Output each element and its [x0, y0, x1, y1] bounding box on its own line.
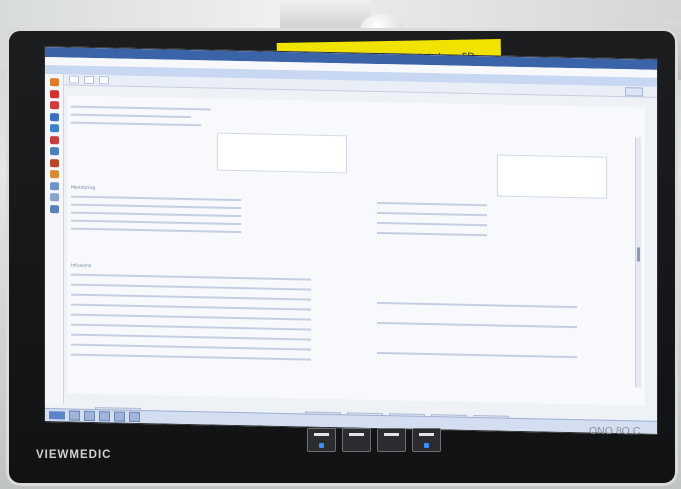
taskbar-icon[interactable]	[114, 411, 125, 422]
hardware-buttons	[307, 428, 441, 452]
section-infusions: Infusions	[71, 263, 92, 269]
row-line	[71, 353, 311, 361]
row-line	[71, 323, 311, 331]
taskbar-icon[interactable]	[99, 411, 110, 422]
toolbar-field[interactable]	[69, 75, 79, 84]
row-line	[71, 219, 241, 226]
monitor-icon[interactable]	[49, 112, 59, 121]
row-line	[377, 231, 487, 237]
tools-icon[interactable]	[49, 135, 59, 144]
row-line	[71, 105, 211, 111]
vertical-scrollbar[interactable]	[635, 137, 641, 388]
start-button[interactable]	[49, 411, 65, 420]
warning-icon[interactable]	[49, 89, 59, 98]
row-line	[71, 343, 311, 351]
row-line	[377, 201, 487, 207]
content-area: Monitoring Infusions	[67, 95, 645, 406]
person-icon[interactable]	[49, 78, 59, 87]
monitor-screen: Monitoring Infusions	[44, 46, 658, 435]
section-monitoring: Monitoring	[71, 185, 96, 192]
row-line	[71, 113, 191, 119]
row-line	[71, 227, 241, 234]
row-line	[377, 301, 577, 309]
toolbar-field[interactable]	[84, 75, 94, 85]
row-line	[71, 121, 201, 127]
model-label: ONO 8O C	[589, 425, 641, 437]
row-line	[377, 221, 487, 227]
row-line	[71, 303, 311, 311]
sidebar	[45, 74, 64, 404]
list-icon[interactable]	[49, 181, 59, 190]
alert-icon[interactable]	[49, 101, 59, 110]
taskbar-icon[interactable]	[69, 410, 80, 421]
row-line	[71, 211, 241, 218]
row-line	[71, 273, 311, 281]
brand-logo: VIEWMEDIC	[36, 449, 112, 461]
row-line	[71, 293, 311, 301]
row-line	[71, 333, 311, 341]
list-icon[interactable]	[49, 204, 59, 213]
row-line	[71, 195, 241, 202]
pill-icon[interactable]	[49, 170, 59, 179]
row-line	[377, 211, 487, 217]
notes-box[interactable]	[217, 132, 347, 174]
save-button[interactable]	[625, 86, 643, 97]
hardware-button[interactable]	[412, 428, 441, 452]
notes-box[interactable]	[497, 154, 607, 199]
taskbar-icon[interactable]	[129, 411, 140, 423]
hardware-button[interactable]	[377, 428, 406, 452]
list-icon[interactable]	[49, 193, 59, 202]
row-line	[377, 321, 577, 329]
taskbar-icon[interactable]	[84, 410, 95, 422]
row-line	[377, 351, 577, 359]
row-line	[71, 283, 311, 291]
nurse-icon[interactable]	[49, 158, 59, 167]
chart-icon[interactable]	[49, 147, 59, 156]
row-line	[71, 313, 311, 321]
hardware-button[interactable]	[307, 428, 336, 452]
scroll-thumb[interactable]	[637, 247, 640, 262]
hardware-button[interactable]	[342, 428, 371, 452]
toolbar-field[interactable]	[99, 76, 109, 85]
document-icon[interactable]	[49, 124, 59, 133]
row-line	[71, 203, 241, 210]
